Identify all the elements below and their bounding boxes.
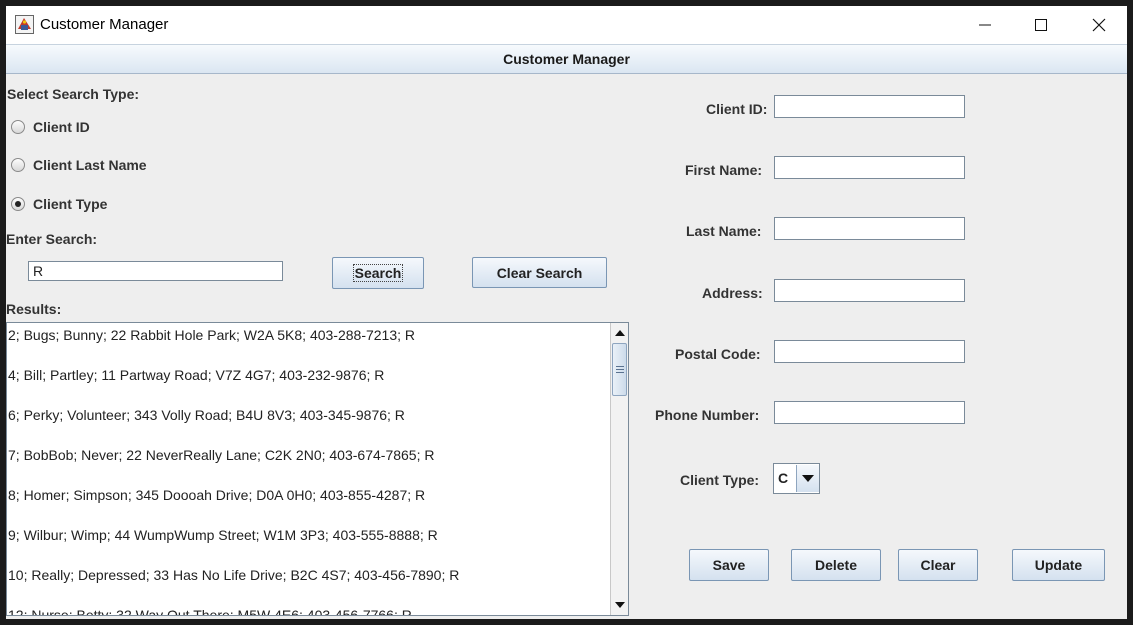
scroll-up-icon[interactable]: [613, 326, 627, 340]
maximize-icon: [1035, 19, 1047, 31]
dropdown-button[interactable]: [796, 465, 819, 492]
save-button[interactable]: Save: [689, 549, 769, 581]
close-button[interactable]: [1076, 6, 1122, 44]
scroll-thumb[interactable]: [612, 343, 627, 396]
header-bar: Customer Manager: [6, 44, 1127, 74]
address-label: Address:: [702, 285, 763, 301]
window-title: Customer Manager: [40, 16, 169, 33]
radio-label: Client ID: [33, 119, 90, 135]
client-type-select[interactable]: C: [773, 463, 820, 494]
address-field[interactable]: [774, 279, 965, 302]
search-input[interactable]: [28, 261, 283, 281]
first-name-label: First Name:: [685, 162, 763, 178]
radio-label: Client Last Name: [33, 157, 147, 173]
clear-search-button-label: Clear Search: [496, 264, 583, 281]
results-label: Results:: [6, 301, 62, 317]
list-item[interactable]: 10; Really; Depressed; 33 Has No Life Dr…: [8, 567, 459, 583]
enter-search-label: Enter Search:: [6, 231, 98, 247]
clear-button[interactable]: Clear: [898, 549, 978, 581]
search-button-label: Search: [352, 264, 404, 282]
radio-client-id[interactable]: Client ID: [9, 116, 90, 138]
minimize-icon: [979, 24, 991, 26]
phone-number-label: Phone Number:: [655, 407, 760, 423]
list-item[interactable]: 7; BobBob; Never; 22 NeverReally Lane; C…: [8, 447, 434, 463]
chevron-down-icon: [802, 475, 814, 482]
radio-client-last-name[interactable]: Client Last Name: [9, 154, 147, 176]
last-name-label: Last Name:: [686, 223, 762, 239]
close-icon: [1092, 18, 1106, 32]
title-bar: Customer Manager: [6, 6, 1127, 44]
update-button[interactable]: Update: [1012, 549, 1105, 581]
results-scrollbar[interactable]: [610, 323, 628, 615]
phone-number-field[interactable]: [774, 401, 965, 424]
client-id-field[interactable]: [774, 95, 965, 118]
delete-button[interactable]: Delete: [791, 549, 881, 581]
radio-button[interactable]: [11, 120, 25, 134]
client-type-value: C: [778, 470, 789, 486]
list-item[interactable]: 9; Wilbur; Wimp; 44 WumpWump Street; W1M…: [8, 527, 438, 543]
postal-code-label: Postal Code:: [675, 346, 761, 362]
minimize-button[interactable]: [962, 6, 1008, 44]
list-item[interactable]: 4; Bill; Partley; 11 Partway Road; V7Z 4…: [8, 367, 384, 383]
list-item[interactable]: 6; Perky; Volunteer; 343 Volly Road; B4U…: [8, 407, 405, 423]
list-item[interactable]: 8; Homer; Simpson; 345 Doooah Drive; D0A…: [8, 487, 425, 503]
customer-manager-window: Customer Manager Customer Manager Select…: [6, 6, 1127, 619]
search-type-label: Select Search Type:: [7, 86, 140, 102]
radio-client-type[interactable]: Client Type: [9, 193, 107, 215]
postal-code-field[interactable]: [774, 340, 965, 363]
clear-search-button[interactable]: Clear Search: [472, 257, 607, 288]
list-item[interactable]: 2; Bugs; Bunny; 22 Rabbit Hole Park; W2A…: [8, 327, 415, 343]
results-list[interactable]: 2; Bugs; Bunny; 22 Rabbit Hole Park; W2A…: [6, 322, 629, 616]
client-type-label: Client Type:: [680, 472, 760, 488]
search-button[interactable]: Search: [332, 257, 424, 289]
client-id-label: Client ID:: [706, 101, 768, 117]
list-item[interactable]: 12; Nurse; Betty; 32 Way Out There; M5W …: [8, 607, 412, 615]
scroll-down-icon[interactable]: [613, 598, 627, 612]
first-name-field[interactable]: [774, 156, 965, 179]
last-name-field[interactable]: [774, 217, 965, 240]
radio-label: Client Type: [33, 196, 108, 212]
header-title: Customer Manager: [503, 51, 630, 67]
radio-button[interactable]: [11, 197, 25, 211]
java-app-icon: [15, 15, 34, 34]
radio-button[interactable]: [11, 158, 25, 172]
maximize-button[interactable]: [1018, 6, 1064, 44]
